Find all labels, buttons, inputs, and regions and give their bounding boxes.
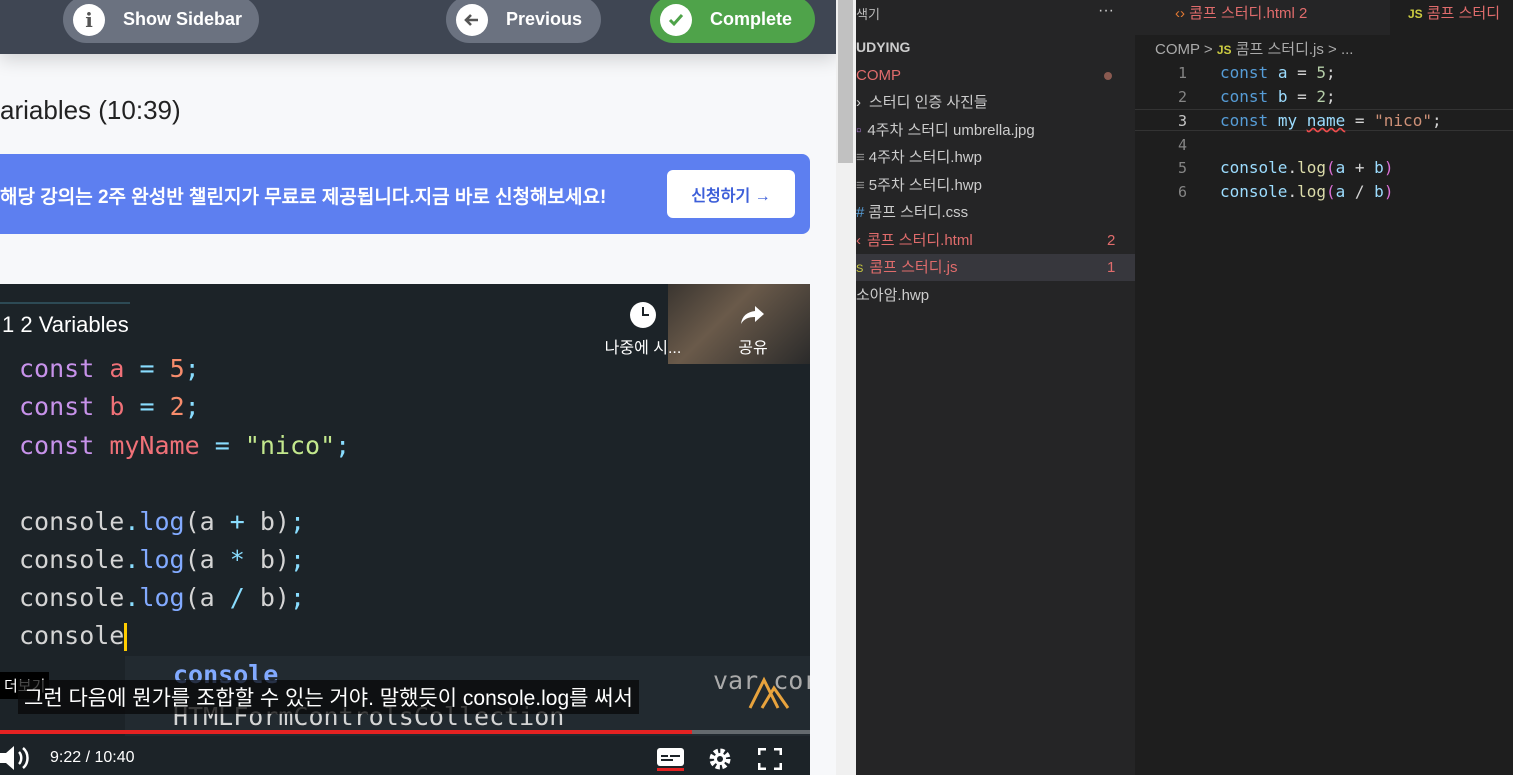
line-number: 2 (1177, 88, 1187, 106)
code-line[interactable]: const b = 2; (1220, 87, 1336, 106)
video-player[interactable]: 1 2 Variables 나중에 시... 공유 const a = 5; c… (0, 284, 810, 775)
video-title[interactable]: 1 2 Variables (2, 312, 129, 338)
arrow-left-icon (456, 3, 488, 36)
complete-button[interactable]: Complete (650, 0, 815, 43)
line-number: 4 (1177, 136, 1187, 154)
js-file-icon: S (856, 263, 864, 275)
problem-count-badge: 2 (1107, 232, 1116, 249)
js-file-icon: JS (1216, 43, 1232, 57)
file-icon: ≡ (856, 177, 865, 194)
code-line[interactable]: console.log(a + b) (1220, 158, 1393, 177)
explorer-item-file[interactable]: ▫ 4주차 스터디 umbrella.jpg (856, 117, 1135, 144)
page-scrollbar[interactable] (836, 0, 856, 775)
fullscreen-icon[interactable] (757, 747, 783, 771)
video-code-line: const b = 2; (19, 392, 200, 421)
video-code-line: const myName = "nico"; (19, 431, 351, 460)
info-icon: i (73, 3, 105, 36)
scrollbar-thumb[interactable] (838, 0, 853, 163)
complete-label: Complete (710, 9, 793, 29)
file-icon: ≡ (856, 149, 865, 166)
apply-button[interactable]: 신청하기 → (667, 170, 795, 218)
line-number: 3 (1177, 112, 1187, 130)
challenge-banner: 해당 강의는 2주 완성반 챌린지가 무료로 제공됩니다.지금 바로 신청해보세… (0, 154, 810, 234)
share-button[interactable]: 공유 (718, 302, 788, 358)
html-file-icon: ‹ (856, 232, 861, 249)
folder-comp[interactable]: COMP (856, 62, 1135, 89)
line-number: 6 (1177, 183, 1187, 201)
problem-count-badge: 1 (1107, 259, 1116, 276)
js-file-icon: JS (1408, 7, 1423, 21)
subtitles-icon[interactable] (657, 748, 684, 771)
chevron-right-icon: › (856, 94, 861, 111)
lecture-topbar: i Show Sidebar Previous Complete (0, 0, 836, 54)
modified-dot (1104, 72, 1112, 80)
video-code-line: console.log(a * b); (19, 545, 306, 574)
video-code-line: console (19, 621, 128, 651)
lecture-title: ariables (10:39) (0, 95, 181, 125)
explorer-header: 색기 (856, 7, 880, 22)
code-line[interactable]: console.log(a / b) (1220, 182, 1393, 201)
watch-later-button[interactable]: 나중에 시... (598, 302, 688, 358)
lecture-page: i Show Sidebar Previous Complete ariable… (0, 0, 836, 775)
image-file-icon: ▫ (856, 122, 862, 139)
subtitle-caption: 그런 다음에 뭔가를 조합할 수 있는 거야. 말했듯이 console.log… (18, 680, 639, 714)
css-file-icon: # (856, 204, 865, 221)
video-progress-bar[interactable] (0, 730, 810, 734)
html-tag-icon: ‹› (1175, 5, 1185, 22)
explorer-item-folder[interactable]: › 스터디 인증 사진들 (856, 89, 1135, 116)
video-progress-fill (0, 730, 692, 734)
explorer-item-file[interactable]: ≡ 4주차 스터디.hwp (856, 144, 1135, 171)
explorer-item-file[interactable]: # 콤프 스터디.css (856, 199, 1135, 226)
channel-logo-icon (748, 676, 790, 709)
share-label: 공유 (738, 340, 768, 357)
banner-text: 해당 강의는 2주 완성반 챌린지가 무료로 제공됩니다.지금 바로 신청해보세… (0, 187, 607, 208)
line-number: 1 (1177, 64, 1187, 82)
breadcrumb-file[interactable]: 콤프 스터디.js (1236, 41, 1324, 58)
code-editor: ‹› 콤프 스터디.html 2 JS 콤프 스터디 COMP > JS 콤프 … (1135, 0, 1513, 775)
video-code-line: console.log(a / b); (19, 583, 306, 612)
video-timecode: 9:22 / 10:40 (50, 749, 135, 766)
settings-gear-icon[interactable] (707, 746, 733, 772)
show-sidebar-button[interactable]: i Show Sidebar (63, 0, 259, 43)
explorer-item-file[interactable]: 소아암.hwp (856, 282, 1135, 309)
explorer-item-file[interactable]: ‹ 콤프 스터디.html 2 (856, 227, 1135, 254)
clock-icon (630, 302, 656, 328)
explorer-item-file[interactable]: ≡ 5주차 스터디.hwp (856, 172, 1135, 199)
watch-later-label: 나중에 시... (604, 340, 682, 357)
breadcrumb-folder[interactable]: COMP (1155, 41, 1200, 58)
share-icon (739, 302, 767, 328)
workspace-section[interactable]: UDYING (856, 39, 910, 55)
code-line[interactable]: const a = 5; (1220, 63, 1336, 82)
previous-button[interactable]: Previous (446, 0, 601, 43)
file-explorer: 색기 ··· UDYING COMP › 스터디 인증 사진들 ▫ 4주차 스터디 … (856, 0, 1135, 775)
more-actions-icon[interactable]: ··· (1098, 2, 1114, 20)
line-number: 5 (1177, 159, 1187, 177)
editor-tab-indicator (0, 302, 130, 304)
show-sidebar-label: Show Sidebar (123, 9, 243, 29)
previous-label: Previous (506, 9, 583, 29)
video-code-line: const a = 5; (19, 354, 200, 383)
editor-tabs: ‹› 콤프 스터디.html 2 JS 콤프 스터디 (1135, 0, 1513, 35)
tab-js[interactable]: JS 콤프 스터디 (1390, 0, 1513, 35)
volume-icon[interactable] (0, 744, 32, 772)
breadcrumb: COMP > JS 콤프 스터디.js > ... (1155, 41, 1354, 58)
video-code-line: console.log(a + b); (19, 507, 306, 536)
code-line[interactable]: const my name = "nico"; (1220, 111, 1442, 130)
check-icon (660, 3, 692, 36)
tab-html[interactable]: ‹› 콤프 스터디.html 2 (1175, 0, 1390, 35)
explorer-item-file-selected[interactable]: S 콤프 스터디.js 1 (856, 254, 1135, 281)
